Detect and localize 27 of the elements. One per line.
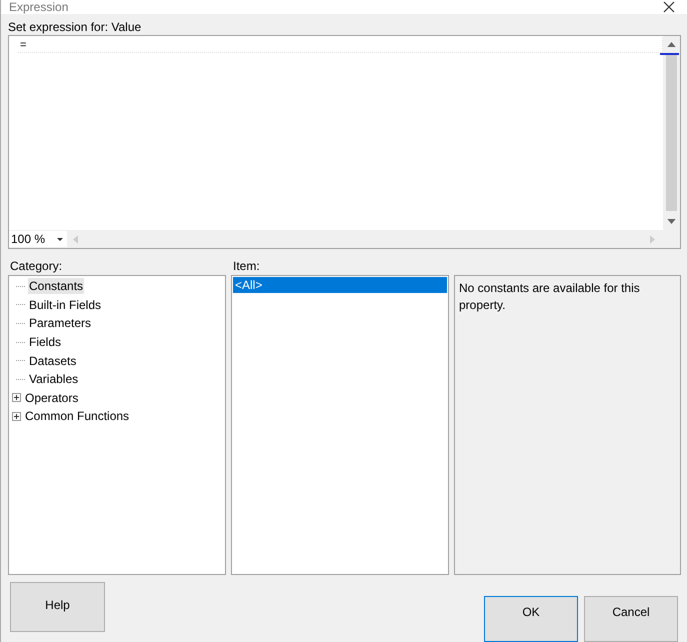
category-item[interactable]: Built-in Fields	[28, 296, 102, 313]
zoom-dropdown[interactable]: 100 %	[9, 231, 67, 247]
item-entry[interactable]: <All>	[233, 277, 447, 293]
category-item[interactable]: Parameters	[28, 315, 92, 332]
plus-icon[interactable]	[12, 393, 21, 402]
window-title: Expression	[9, 0, 68, 14]
ok-button[interactable]: OK	[484, 596, 578, 642]
caret-icon[interactable]	[57, 238, 63, 240]
expression-text: =	[20, 39, 26, 51]
category-item[interactable]: Constants	[28, 278, 84, 294]
category-item[interactable]: Fields	[28, 334, 62, 350]
close-icon[interactable]	[663, 1, 675, 13]
scroll-up-icon[interactable]	[667, 42, 676, 47]
category-item[interactable]: Variables	[28, 371, 80, 388]
vertical-scrollbar[interactable]	[663, 36, 680, 230]
category-label: Category:	[9, 258, 64, 274]
plus-icon[interactable]	[12, 412, 21, 421]
cancel-button[interactable]: Cancel	[584, 596, 678, 642]
help-button[interactable]: Help	[10, 582, 105, 632]
category-item[interactable]: Datasets	[28, 352, 78, 369]
description-text: No constants are available for this property.	[459, 281, 640, 312]
scroll-down-icon[interactable]	[667, 219, 676, 224]
expression-label: Set expression for: Value	[8, 19, 142, 35]
category-item[interactable]: Common Functions	[24, 408, 130, 424]
item-label: Item:	[232, 258, 261, 274]
category-item[interactable]: Operators	[24, 390, 80, 406]
expression-editor[interactable]: = 100 %	[8, 35, 681, 249]
